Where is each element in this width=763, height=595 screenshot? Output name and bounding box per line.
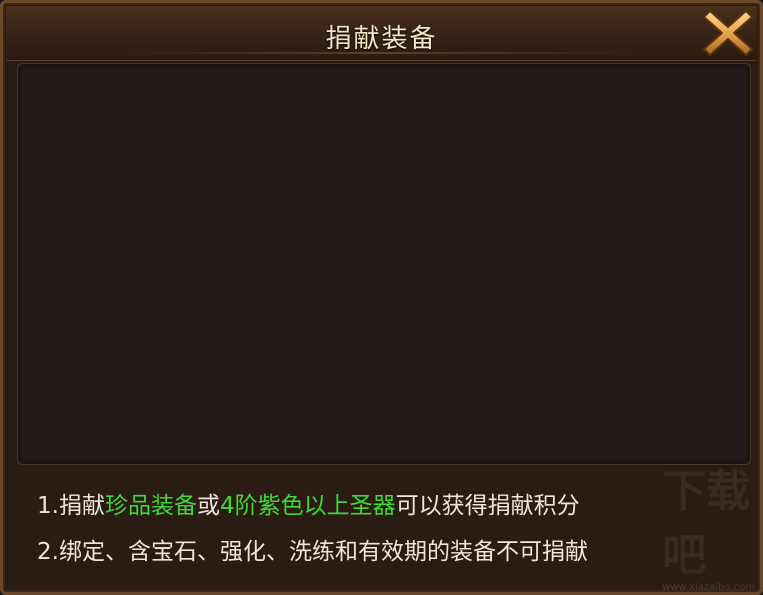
note-1-highlight-rare-equipment: 珍品装备 [104, 493, 197, 519]
watermark: 下载吧 www.xiazaiba.com [662, 466, 755, 593]
note-line-1: 1.捐献珍品装备或4阶紫色以上圣器可以获得捐献积分 [37, 483, 746, 529]
dialog-titlebar: 捐献装备 [6, 6, 757, 61]
note-line-2: 2.绑定、含宝石、强化、洗练和有效期的装备不可捐献 [37, 539, 588, 565]
note-1-highlight-artifact: 4阶紫色以上圣器 [219, 493, 396, 519]
note-1-suffix: 可以获得捐献积分 [395, 493, 580, 519]
donation-notes: 1.捐献珍品装备或4阶紫色以上圣器可以获得捐献积分 2.绑定、含宝石、强化、洗练… [37, 483, 746, 575]
watermark-logo: 下载吧 [662, 466, 751, 581]
watermark-url: www.xiazaiba.com [662, 582, 755, 593]
donate-equipment-dialog: 捐献装备 1.捐献珍品装备或4阶紫色以上圣器可以获得捐献积分 2.绑定、含宝石、… [0, 0, 763, 595]
note-1-prefix: 1.捐献 [37, 493, 105, 519]
dialog-title: 捐献装备 [325, 24, 438, 54]
note-1-middle: 或 [196, 493, 220, 519]
close-button[interactable] [702, 7, 754, 59]
close-x-icon [703, 10, 753, 56]
equipment-list-panel[interactable] [17, 63, 751, 465]
